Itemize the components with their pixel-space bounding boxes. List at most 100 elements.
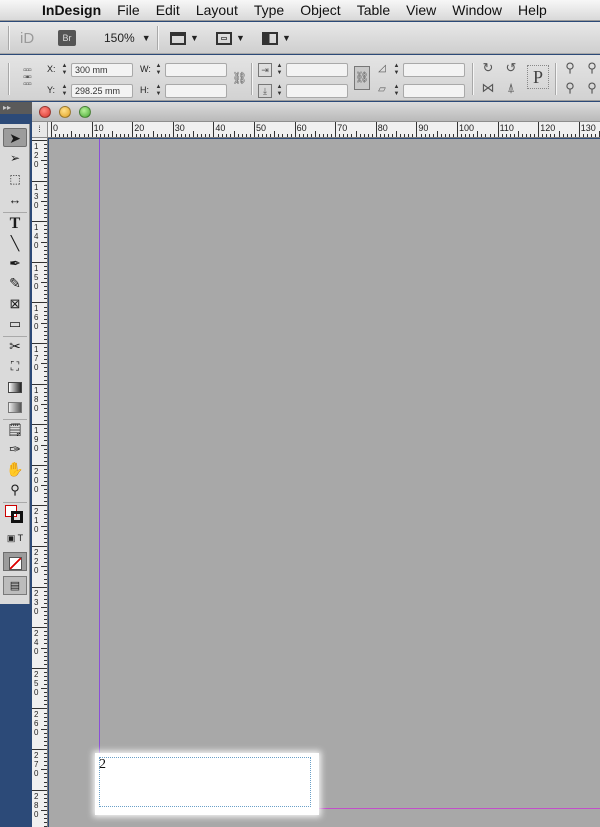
reference-point-icon[interactable]: ▫▫▫ ▫▪▫ ▫▫▫ <box>16 66 38 90</box>
rotation-field[interactable] <box>403 63 465 77</box>
flip-vertical-icon[interactable]: ⍋ <box>503 80 519 96</box>
rectangle-tool-icon[interactable]: ▭ <box>3 314 27 333</box>
scissors-tool-icon[interactable]: ✂ <box>3 337 27 356</box>
y-stepper[interactable]: ▲ ▼ <box>60 84 69 98</box>
close-window-icon[interactable] <box>39 106 51 118</box>
scale-x-field[interactable] <box>286 63 348 77</box>
page-tool-icon[interactable]: ⬚ <box>3 170 27 189</box>
arrange-documents-button[interactable]: ▼ <box>262 22 291 54</box>
ruler-origin[interactable]: ⁞ <box>32 122 48 138</box>
ruler-label: 1 5 0 <box>34 263 39 291</box>
scale-y-stepper[interactable]: ▲ ▼ <box>275 84 284 98</box>
ruler-label: 2 8 0 <box>34 791 39 819</box>
gradient-swatch-tool-icon[interactable] <box>3 377 27 396</box>
y-field[interactable]: 298.25 mm <box>71 84 133 98</box>
screen-mode-icon[interactable]: ▤ <box>3 576 27 595</box>
ruler-tick <box>116 134 117 137</box>
note-tool-icon[interactable]: 🗒 <box>3 420 27 439</box>
hand-tool-icon[interactable]: ✋ <box>3 460 27 479</box>
rotate-cw-icon[interactable]: ↻ <box>480 60 496 76</box>
shear-field[interactable] <box>403 84 465 98</box>
scale-y-field[interactable] <box>286 84 348 98</box>
ruler-tick <box>497 122 499 137</box>
rotate-ccw-icon[interactable]: ↺ <box>503 60 519 76</box>
formatting-affects-icon[interactable]: ▣ T <box>3 529 27 548</box>
menu-object[interactable]: Object <box>292 2 348 18</box>
w-field[interactable] <box>165 63 227 77</box>
apply-none-icon[interactable] <box>3 552 27 571</box>
rotation-stepper[interactable]: ▲ ▼ <box>392 63 401 77</box>
shear-angle-icon: ▱ <box>378 84 386 95</box>
y-label: Y: <box>47 85 56 95</box>
x-stepper[interactable]: ▲ ▼ <box>60 63 69 77</box>
ruler-tick <box>542 134 544 137</box>
scale-x-stepper[interactable]: ▲ ▼ <box>275 63 284 77</box>
menu-app[interactable]: InDesign <box>38 2 109 18</box>
free-transform-tool-icon[interactable]: ⛶ <box>3 357 27 376</box>
ruler-tick <box>71 131 73 137</box>
screen-mode-button[interactable]: ▼ <box>216 22 245 54</box>
ruler-tick <box>302 134 304 137</box>
h-stepper[interactable]: ▲ ▼ <box>154 84 163 98</box>
fill-stroke-icon[interactable] <box>3 504 27 528</box>
select-next-icon[interactable]: ⚲ <box>584 80 600 96</box>
shear-stepper[interactable]: ▲ ▼ <box>392 84 401 98</box>
menu-help[interactable]: Help <box>510 2 555 18</box>
menu-view[interactable]: View <box>398 2 444 18</box>
minimize-window-icon[interactable] <box>59 106 71 118</box>
ruler-tick <box>44 416 47 418</box>
menu-file[interactable]: File <box>109 2 148 18</box>
x-field[interactable]: 300 mm <box>71 63 133 77</box>
line-tool-icon[interactable]: ╲ <box>3 234 27 253</box>
type-tool-icon[interactable]: T <box>3 214 27 233</box>
gap-tool-icon[interactable]: ↔ <box>3 190 27 209</box>
h-field[interactable] <box>165 84 227 98</box>
ruler-label: 2 1 0 <box>34 507 39 535</box>
constrain-proportions-icon[interactable]: ⛓ <box>232 71 247 85</box>
menu-type[interactable]: Type <box>246 2 292 18</box>
horizontal-ruler[interactable]: 0 10 20 30 40 50 60 70 80 90 100 110 120 130 <box>48 122 600 138</box>
zoom-tool-icon[interactable]: ⚲ <box>3 480 27 499</box>
ruler-tick <box>44 537 47 539</box>
panel-collapse-strip[interactable]: ▸▸ <box>0 102 32 114</box>
bridge-button[interactable]: Br <box>58 22 76 54</box>
select-container-icon[interactable]: ⚲ <box>562 60 578 76</box>
select-previous-icon[interactable]: ⚲ <box>584 60 600 76</box>
gradient-feather-tool-icon[interactable] <box>3 397 27 416</box>
pen-tool-icon[interactable]: ✒ <box>3 254 27 273</box>
ruler-tick <box>41 241 47 243</box>
select-content-icon[interactable]: ⚲ <box>562 80 578 96</box>
rectangle-frame-tool-icon[interactable]: ⊠ <box>3 294 27 313</box>
ruler-tick <box>404 134 406 137</box>
control-panel: ▫▫▫ ▫▪▫ ▫▫▫ X: ▲ ▼ 300 mm Y: ▲ ▼ 298.25 mm W… <box>0 55 600 101</box>
ruler-tick <box>189 134 190 137</box>
pasteboard[interactable]: 2 <box>49 139 600 827</box>
text-frame[interactable]: 2 <box>95 753 319 815</box>
ruler-tick <box>44 651 47 653</box>
ruler-tick <box>44 773 47 775</box>
pencil-tool-icon[interactable]: ✎ <box>3 274 27 293</box>
ruler-tick <box>32 667 47 669</box>
direct-selection-tool-icon[interactable]: ➢ <box>3 149 27 168</box>
constrain-scale-icon[interactable]: ⛓ <box>354 66 370 90</box>
selection-tool-icon[interactable]: ➤ <box>3 128 27 147</box>
eyedropper-tool-icon[interactable]: ✑ <box>3 440 27 459</box>
ruler-tick <box>91 122 93 137</box>
menu-table[interactable]: Table <box>349 2 398 18</box>
ruler-label: 2 2 0 <box>34 548 39 575</box>
ruler-tick <box>32 749 47 750</box>
vertical-ruler[interactable]: 1 2 0 1 3 0 1 4 0 1 5 0 1 6 0 1 7 0 1 8 0 1 9 0… <box>32 138 48 827</box>
ruler-tick <box>570 134 572 137</box>
zoom-window-icon[interactable] <box>79 106 91 118</box>
menu-layout[interactable]: Layout <box>188 2 246 18</box>
zoom-level-select[interactable]: 150% ▼ <box>104 22 151 54</box>
menu-edit[interactable]: Edit <box>148 2 188 18</box>
flip-horizontal-icon[interactable]: ⋈ <box>480 80 496 96</box>
w-stepper[interactable]: ▲ ▼ <box>154 63 163 77</box>
view-options-button[interactable]: ▼ <box>170 22 199 54</box>
document-page[interactable] <box>99 139 600 809</box>
ruler-tick <box>379 134 381 137</box>
menu-window[interactable]: Window <box>444 2 510 18</box>
ruler-tick <box>44 615 47 616</box>
ruler-tick <box>44 391 47 393</box>
